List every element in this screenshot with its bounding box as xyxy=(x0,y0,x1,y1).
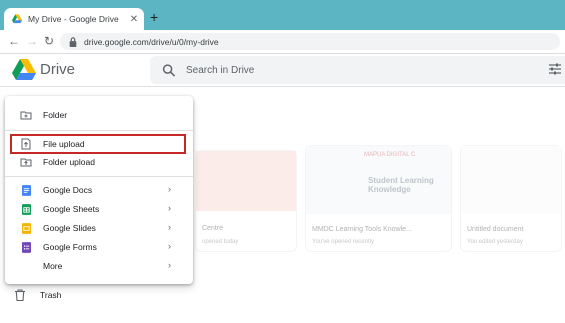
folder-plus-icon xyxy=(20,109,32,121)
sidebar-item-label: Trash xyxy=(40,290,62,300)
menu-item-label: Google Sheets xyxy=(43,204,100,214)
docs-icon xyxy=(20,184,32,196)
menu-item-label: Folder upload xyxy=(43,157,95,167)
menu-divider xyxy=(5,130,193,131)
close-tab-icon[interactable]: ✕ xyxy=(128,14,140,25)
file-card[interactable]: Untitled document You edited yesterday xyxy=(460,145,562,252)
forms-icon xyxy=(20,241,32,253)
file-thumbnail xyxy=(461,146,561,214)
menu-item-folder-upload[interactable]: Folder upload xyxy=(5,153,193,171)
file-card[interactable]: MAPUA DIGITAL C Student Learning Knowled… xyxy=(305,145,452,252)
search-options-icon[interactable] xyxy=(549,63,561,75)
file-card-title: Untitled document xyxy=(467,226,524,233)
thumbnail-brand: MAPUA DIGITAL C xyxy=(364,152,416,158)
chevron-right-icon: › xyxy=(168,222,171,232)
file-card-subtitle: opened today xyxy=(202,239,239,245)
suggested-files-area: Centre opened today MAPUA DIGITAL C Stud… xyxy=(195,130,565,280)
file-card[interactable]: Centre opened today xyxy=(195,150,297,252)
drive-brand[interactable]: Drive xyxy=(40,61,75,78)
file-card-title: MMDC Learning Tools Knowle... xyxy=(312,226,412,233)
chevron-right-icon: › xyxy=(168,241,171,251)
browser-tab-bar: My Drive - Google Drive ✕ + xyxy=(0,0,565,30)
file-thumbnail: MAPUA DIGITAL C Student Learning Knowled… xyxy=(306,146,451,214)
address-bar: ← → ↻ drive.google.com/drive/u/0/my-driv… xyxy=(0,30,565,54)
back-icon[interactable]: ← xyxy=(8,34,20,48)
file-card-subtitle: You've opened recently xyxy=(312,239,374,245)
tab-title: My Drive - Google Drive xyxy=(28,14,119,24)
chevron-right-icon: › xyxy=(168,203,171,213)
folder-upload-icon xyxy=(20,156,32,168)
menu-item-label: Google Docs xyxy=(43,185,93,195)
slides-icon xyxy=(20,222,32,234)
menu-item-google-docs[interactable]: Google Docs › xyxy=(5,181,193,199)
search-icon[interactable] xyxy=(162,63,176,77)
url-text: drive.google.com/drive/u/0/my-drive xyxy=(84,36,219,47)
file-card-subtitle: You edited yesterday xyxy=(467,239,523,245)
menu-divider xyxy=(5,176,193,177)
drive-header: Drive Search in Drive xyxy=(0,54,565,87)
menu-item-label: Folder xyxy=(43,110,68,120)
menu-item-label: Google Slides xyxy=(43,223,96,233)
chevron-right-icon: › xyxy=(168,260,171,270)
drive-logo-icon[interactable] xyxy=(12,59,36,81)
menu-item-google-slides[interactable]: Google Slides › xyxy=(5,219,193,237)
highlight-box xyxy=(10,134,186,154)
url-input[interactable]: drive.google.com/drive/u/0/my-drive xyxy=(60,33,560,50)
browser-tab[interactable]: My Drive - Google Drive ✕ xyxy=(4,8,144,30)
new-tab-icon[interactable]: + xyxy=(150,9,158,25)
drive-favicon-icon xyxy=(12,14,22,24)
new-menu: Folder File upload Folder upload Google … xyxy=(5,96,193,284)
menu-item-label: More xyxy=(43,261,63,271)
menu-item-google-sheets[interactable]: Google Sheets › xyxy=(5,200,193,218)
menu-item-google-forms[interactable]: Google Forms › xyxy=(5,238,193,256)
chevron-right-icon: › xyxy=(168,184,171,194)
reload-icon[interactable]: ↻ xyxy=(44,34,54,48)
thumbnail-text: Student Learning Knowledge xyxy=(368,176,434,194)
sidebar-item-trash[interactable]: Trash xyxy=(14,288,61,302)
lock-icon xyxy=(69,36,77,47)
menu-item-more[interactable]: More › xyxy=(5,257,193,275)
forward-icon[interactable]: → xyxy=(26,34,38,48)
file-card-title: Centre xyxy=(202,225,224,232)
search-placeholder: Search in Drive xyxy=(186,64,255,76)
sheets-icon xyxy=(20,203,32,215)
trash-icon xyxy=(15,289,25,301)
menu-item-folder[interactable]: Folder xyxy=(5,106,193,124)
search-input[interactable]: Search in Drive xyxy=(150,56,565,84)
file-thumbnail xyxy=(196,151,296,211)
menu-item-label: Google Forms xyxy=(43,242,97,252)
